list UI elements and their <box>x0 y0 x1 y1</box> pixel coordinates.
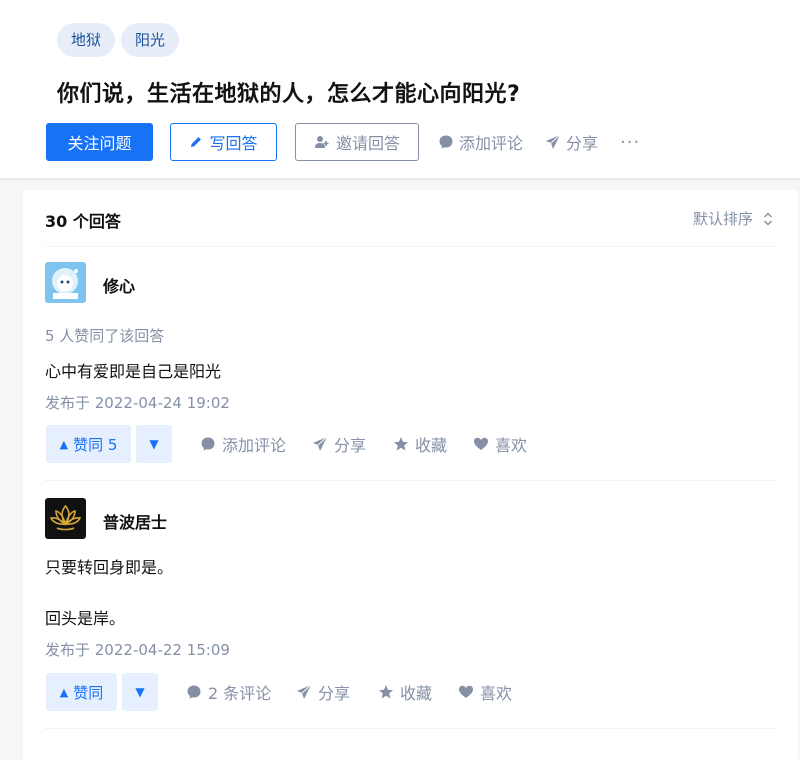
comment-bubble-icon <box>200 436 216 452</box>
write-answer-label: 写回答 <box>209 134 258 153</box>
question-header: 地狱 阳光 你们说，生活在地狱的人，怎么才能心向阳光? 关注问题 写回答 邀请回… <box>0 0 800 178</box>
answer-content: 只要转回身即是。 <box>45 558 174 577</box>
sort-label: 默认排序 <box>692 210 753 228</box>
collect-button[interactable]: 收藏 <box>393 425 447 463</box>
more-options-button[interactable]: ··· <box>620 132 640 153</box>
answers-card: 30 个回答 默认排序 修心 5 人赞同了该回答 心中有爱即是自己是阳光 发布于… <box>23 190 798 760</box>
share-arrow-icon <box>296 684 312 700</box>
share-question-label: 分享 <box>566 134 599 153</box>
publish-time[interactable]: 发布于 2022-04-24 19:02 <box>45 392 230 413</box>
heart-icon <box>458 684 474 700</box>
invite-answer-button[interactable]: 邀请回答 <box>295 123 419 161</box>
share-label: 分享 <box>318 684 351 703</box>
author-name[interactable]: 修心 <box>103 273 135 297</box>
answer-content: 心中有爱即是自己是阳光 <box>45 362 222 381</box>
star-icon <box>393 436 409 452</box>
topic-tags: 地狱 阳光 <box>57 23 180 57</box>
topic-tag-sunshine[interactable]: 阳光 <box>121 23 180 57</box>
add-comment-label: 添加评论 <box>459 134 524 153</box>
question-actions: 关注问题 写回答 邀请回答 添加评论 分享 ··· <box>46 123 640 161</box>
comment-label: 添加评论 <box>222 436 287 455</box>
comments-button[interactable]: 2 条评论 <box>186 673 271 711</box>
sort-arrows-icon <box>763 212 773 226</box>
comment-label: 2 条评论 <box>208 684 272 703</box>
collect-label: 收藏 <box>400 684 433 703</box>
sort-dropdown[interactable]: 默认排序 <box>693 208 773 229</box>
invite-answer-label: 邀请回答 <box>335 134 400 153</box>
share-button[interactable]: 分享 <box>296 673 350 711</box>
write-answer-button[interactable]: 写回答 <box>170 123 277 161</box>
share-label: 分享 <box>334 436 367 455</box>
agree-count-text: 5 人赞同了该回答 <box>45 327 165 345</box>
collect-button[interactable]: 收藏 <box>378 673 432 711</box>
like-button[interactable]: 喜欢 <box>473 425 527 463</box>
follow-question-button[interactable]: 关注问题 <box>46 123 153 161</box>
answer-count: 30 个回答 <box>45 212 121 231</box>
answer-actions: 2 条评论 分享 收藏 喜欢 <box>23 673 798 711</box>
share-button[interactable]: 分享 <box>312 425 366 463</box>
collect-label: 收藏 <box>415 436 448 455</box>
star-icon <box>378 684 394 700</box>
pencil-icon <box>189 135 203 149</box>
comment-bubble-icon <box>186 684 202 700</box>
share-arrow-icon <box>312 436 328 452</box>
add-comment-button[interactable]: 添加评论 <box>438 130 523 154</box>
share-arrow-icon <box>545 134 561 150</box>
add-comment-button[interactable]: 添加评论 <box>200 425 286 463</box>
author-name[interactable]: 普波居士 <box>103 509 167 533</box>
answer-actions: 添加评论 分享 收藏 喜欢 <box>23 425 798 463</box>
answer-divider <box>45 480 775 481</box>
avatar[interactable] <box>45 498 86 539</box>
like-button[interactable]: 喜欢 <box>458 673 512 711</box>
heart-icon <box>473 436 489 452</box>
answers-list-header: 30 个回答 默认排序 <box>45 190 775 247</box>
like-label: 喜欢 <box>480 684 513 703</box>
avatar[interactable] <box>45 262 86 303</box>
question-title: 你们说，生活在地狱的人，怎么才能心向阳光? <box>57 82 521 107</box>
share-question-button[interactable]: 分享 <box>545 130 598 154</box>
add-user-icon <box>314 134 330 150</box>
answer-divider <box>45 728 775 729</box>
answer-content: 回头是岸。 <box>45 609 126 628</box>
topic-tag-hell[interactable]: 地狱 <box>57 23 116 57</box>
like-label: 喜欢 <box>495 436 528 455</box>
publish-time[interactable]: 发布于 2022-04-22 15:09 <box>45 639 230 660</box>
comment-bubble-icon <box>438 134 454 150</box>
follow-question-label: 关注问题 <box>67 134 132 153</box>
